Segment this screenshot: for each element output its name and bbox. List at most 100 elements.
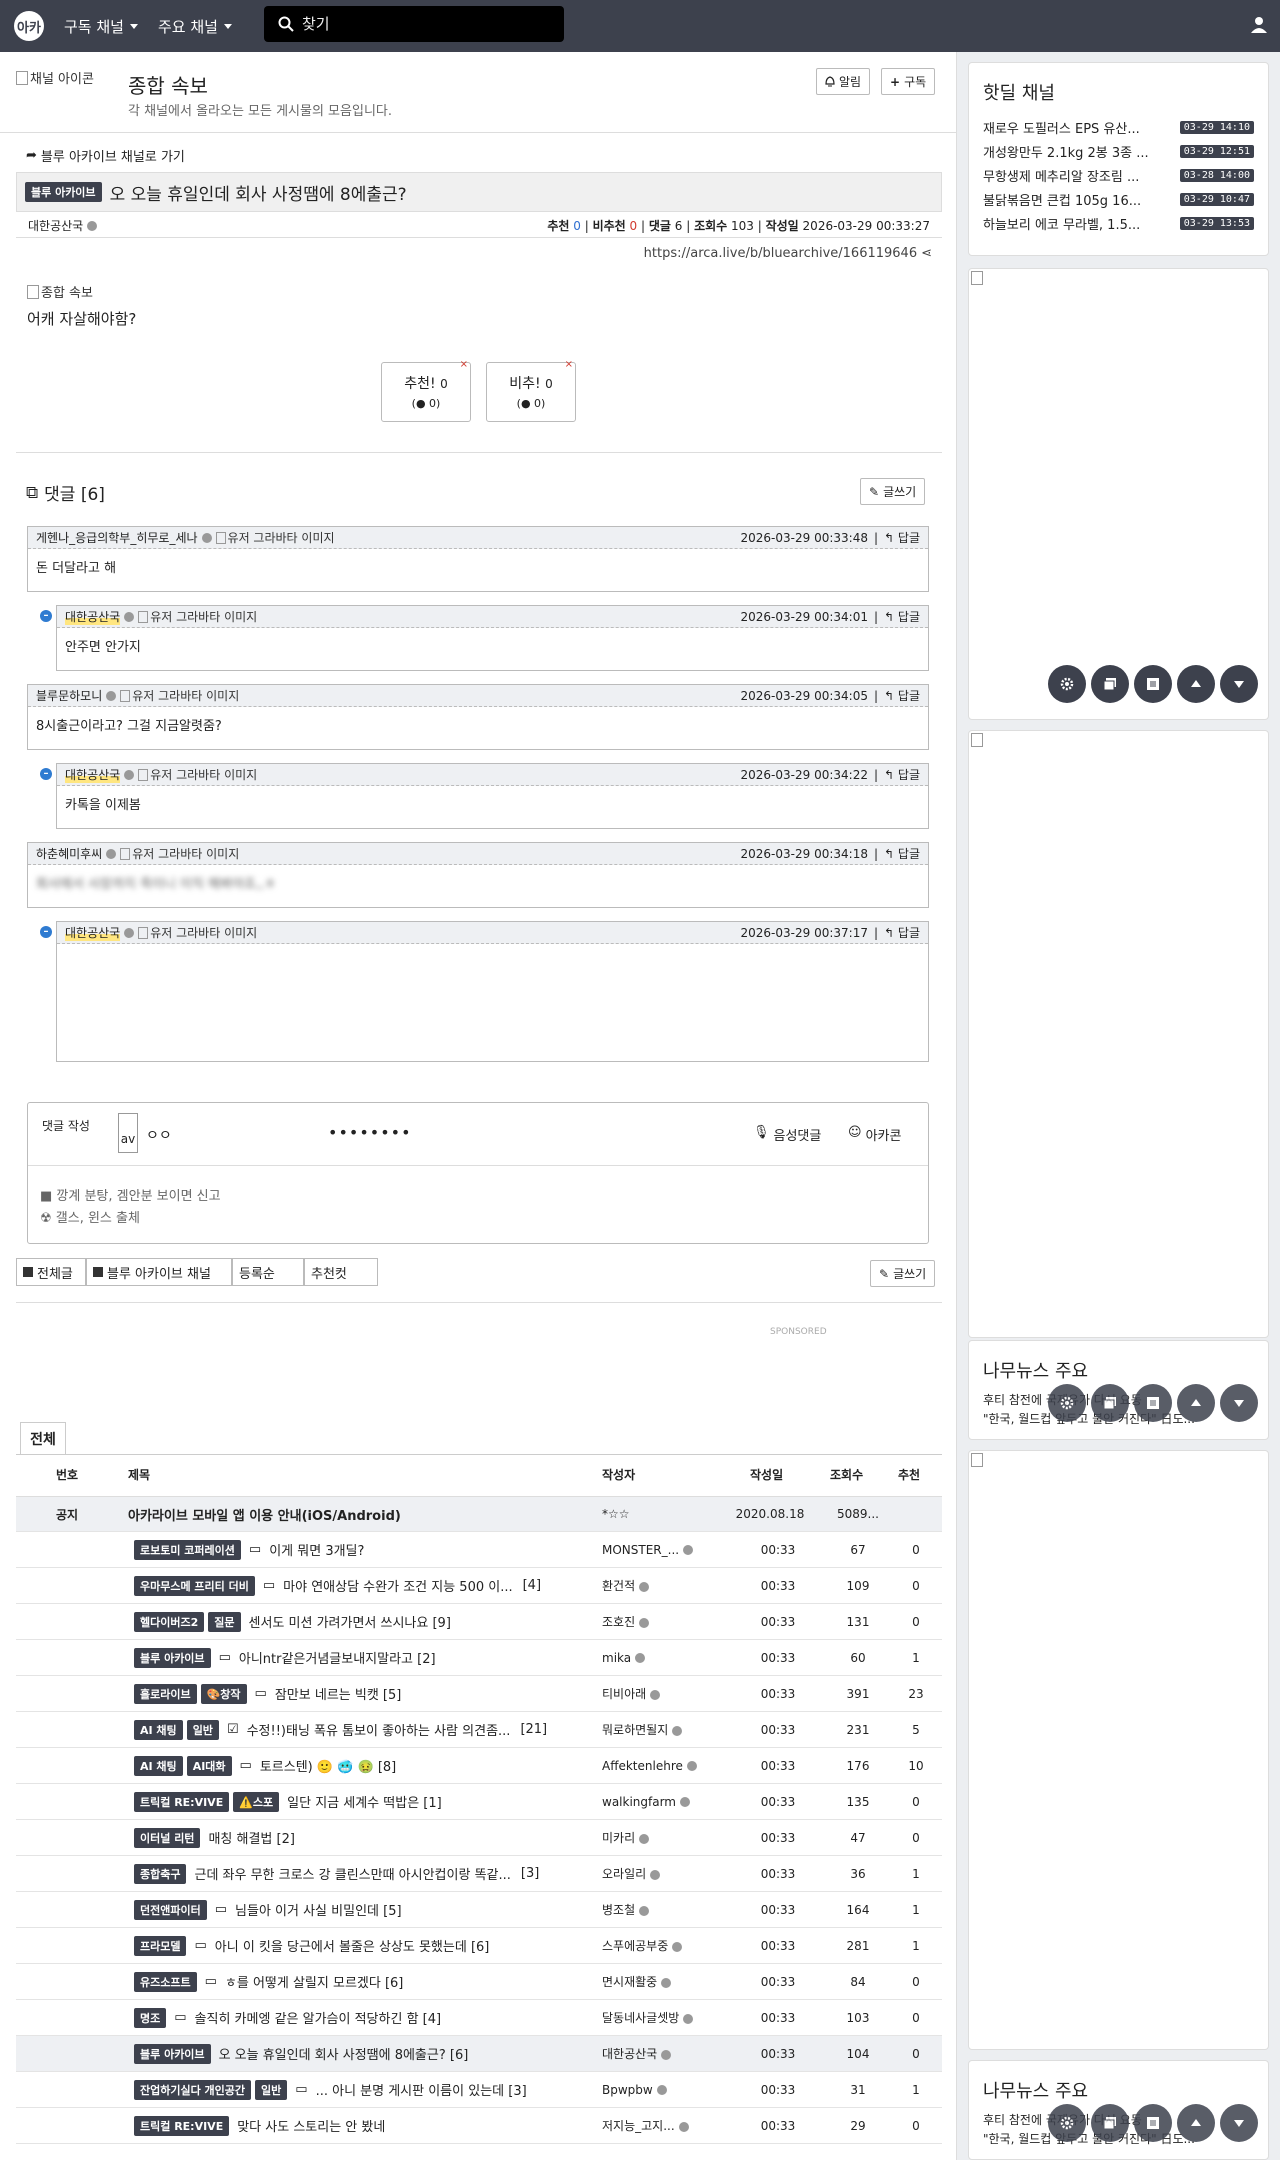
- post-row[interactable]: 우마무스메 프리티 더비 ▭ 마야 연애상담 수완가 조건 지능 500 이... […: [16, 1568, 942, 1604]
- comments-icon[interactable]: [1091, 2104, 1129, 2142]
- post-row[interactable]: 트릭컬 RE:VIVE ⚠️스포 일단 지금 세계수 떡밥은 [1] walkingf…: [16, 1784, 942, 1820]
- comment-author[interactable]: 게헨나_응급의학부_히무로_세나: [36, 529, 198, 546]
- row-category-badge[interactable]: 유즈소프트: [134, 1971, 197, 1992]
- post-row[interactable]: 이터널 리턴 매칭 해결법 [2] 미카리 00:33 47 0: [16, 1820, 942, 1856]
- hotdeal-title[interactable]: 핫딜 채널: [969, 63, 1268, 115]
- main-channels-menu[interactable]: 주요 채널: [158, 16, 232, 37]
- row-category-badge[interactable]: 프라모델: [134, 1935, 187, 1956]
- post-row[interactable]: 잔업하기실다 개인공간 일반 ▭ ... 아니 분명 게시판 이름이 있는데 [3] B…: [16, 2072, 942, 2108]
- row-category-badge[interactable]: 우마무스메 프리티 더비: [134, 1575, 255, 1596]
- row-author[interactable]: MONSTER_...: [602, 1543, 722, 1557]
- row-title[interactable]: 아니 이 킷을 당근에서 볼줄은 상상도 못했는데 [6]: [215, 1936, 490, 1955]
- comments-icon[interactable]: [1091, 1384, 1129, 1422]
- post-row[interactable]: 종합축구 근데 좌우 무한 크로스 강 클린스만때 아시안컵이랑 똑같... [3]…: [16, 1856, 942, 1892]
- row-category-badge[interactable]: 트릭컬 RE:VIVE: [134, 2115, 230, 2136]
- row-title[interactable]: ㅎ를 어떻게 살릴지 모르겠다 [6]: [225, 1972, 403, 1991]
- row-author[interactable]: Bpwpbw: [602, 2083, 722, 2097]
- search-input[interactable]: [302, 15, 542, 33]
- arcacon-button[interactable]: ☺ 아카콘: [848, 1125, 901, 1144]
- comment-author[interactable]: 대한공산국: [65, 608, 121, 625]
- post-url[interactable]: https://arca.live/b/bluearchive/16611964…: [644, 246, 932, 261]
- comments-icon[interactable]: [1091, 665, 1129, 703]
- row-title[interactable]: 솔직히 카메엥 같은 알가슴이 적당하긴 함 [4]: [195, 2008, 442, 2027]
- notice-row[interactable]: 공지 아카라이브 모바일 앱 이용 안내(iOS/Android) *☆☆ 20…: [16, 1496, 942, 1532]
- post-row[interactable]: 헬다이버즈2 질문 센서도 미션 가려가면서 쓰시나요 [9] 조호진 00:33 131…: [16, 1604, 942, 1640]
- row-category-badge[interactable]: 던전앤파이터: [134, 1899, 207, 1920]
- row-title[interactable]: 매칭 해결법 [2]: [208, 1828, 294, 1847]
- post-row[interactable]: 로보토미 코퍼레이션 ▭ 이게 뭐면 3개딜? MONSTER_... 00:33 67 0: [16, 1532, 942, 1568]
- row-category-badge[interactable]: 일반: [255, 2079, 288, 2100]
- row-category-badge[interactable]: 헬다이버즈2: [134, 1611, 205, 1632]
- row-title[interactable]: 수정!!)태닝 폭유 톰보이 좋아하는 사람 의견좀...: [247, 1720, 511, 1739]
- post-category-badge[interactable]: 블루 아카이브: [25, 182, 102, 202]
- row-title[interactable]: 이게 뭐면 3개딜?: [269, 1540, 364, 1559]
- row-author[interactable]: 조호진: [602, 1613, 722, 1630]
- arrow-down-icon[interactable]: [1220, 665, 1258, 703]
- tab-all-posts[interactable]: 전체글: [16, 1258, 86, 1286]
- settings-icon[interactable]: [1048, 665, 1086, 703]
- row-author[interactable]: 달동네사글셋방: [602, 2009, 722, 2026]
- channel-title[interactable]: 종합 속보: [128, 70, 208, 99]
- row-author[interactable]: mika: [602, 1651, 722, 1665]
- hotdeal-item[interactable]: 하늘보리 에코 무라벨, 1.5... 03-29 13:53: [969, 211, 1268, 235]
- reply-button[interactable]: ↰ 답글: [884, 687, 920, 704]
- row-category-badge[interactable]: 질문: [208, 1611, 241, 1632]
- post-row[interactable]: 명조 ▭ 솔직히 카메엥 같은 알가슴이 적당하긴 함 [4] 달동네사글셋방 00:3…: [16, 2000, 942, 2036]
- row-author[interactable]: Affektenlehre: [602, 1759, 722, 1773]
- list-icon[interactable]: [1134, 665, 1172, 703]
- row-author[interactable]: 스푸에공부중: [602, 1937, 722, 1954]
- hotdeal-item[interactable]: 무항생제 메추리알 장조림 ... 03-28 14:00: [969, 163, 1268, 187]
- collapse-reply-icon[interactable]: –: [40, 610, 52, 622]
- row-author[interactable]: 미카리: [602, 1829, 722, 1846]
- comment-author[interactable]: 하춘혜미후씨: [36, 845, 102, 862]
- reply-button[interactable]: ↰ 답글: [884, 924, 920, 941]
- downvote-button[interactable]: × 비추! 0 (● 0): [486, 359, 576, 422]
- post-row[interactable]: 유즈소프트 ▭ ㅎ를 어떻게 살릴지 모르겠다 [6] 면시재활중 00:33 84 0: [16, 1964, 942, 2000]
- row-category-badge[interactable]: 블루 아카이브: [134, 2043, 211, 2064]
- post-row[interactable]: 던전앤파이터 ▭ 님들아 이거 사실 비밀인데 [5] 병조철 00:33 164 1: [16, 1892, 942, 1928]
- post-row[interactable]: 홀로라이브 🎨창작 ▭ 잠만보 네르는 빅캣 [5] 티비아래 00:33 391 23: [16, 1676, 942, 1712]
- row-author[interactable]: 오라일리: [602, 1865, 722, 1882]
- row-category-badge[interactable]: 블루 아카이브: [134, 1647, 211, 1668]
- post-row[interactable]: AI 채팅 AI대화 ▭ 토르스텐) 🙂 🥶 🤢 [8] Affektenlehre 00…: [16, 1748, 942, 1784]
- row-category-badge[interactable]: AI대화: [186, 1755, 232, 1776]
- row-category-badge[interactable]: AI 채팅: [134, 1755, 183, 1776]
- row-author[interactable]: 대한공산국: [602, 2045, 722, 2062]
- hotdeal-item[interactable]: 개성왕만두 2.1kg 2봉 3종 ... 03-29 12:51: [969, 139, 1268, 163]
- search-icon[interactable]: [278, 16, 294, 32]
- collapse-reply-icon[interactable]: –: [40, 926, 52, 938]
- row-category-badge[interactable]: 트릭컬 RE:VIVE: [134, 1791, 230, 1812]
- row-title[interactable]: ... 아니 분명 게시판 이름이 있는데 [3]: [316, 2080, 527, 2099]
- row-title[interactable]: 센서도 미션 가려가면서 쓰시나요 [9]: [249, 1612, 451, 1631]
- back-to-channel-link[interactable]: ➦ 블루 아카이브 채널로 가기: [26, 146, 185, 165]
- row-title[interactable]: 토르스텐) 🙂 🥶 🤢 [8]: [260, 1756, 396, 1775]
- alarm-button[interactable]: 알림: [816, 68, 871, 95]
- row-author[interactable]: walkingfarm: [602, 1795, 722, 1809]
- upvote-button[interactable]: × 추천! 0 (● 0): [381, 359, 471, 422]
- row-title[interactable]: 근데 좌우 무한 크로스 강 클린스만때 아시안컵이랑 똑같...: [194, 1864, 510, 1883]
- row-category-badge[interactable]: 이터널 리턴: [134, 1827, 201, 1848]
- tab-channel[interactable]: 블루 아카이브 채널: [86, 1258, 232, 1286]
- row-author[interactable]: 저지능_고지...: [602, 2117, 722, 2134]
- row-category-badge[interactable]: 홀로라이브: [134, 1683, 197, 1704]
- tab-best[interactable]: 추천컷: [304, 1258, 378, 1286]
- subscribed-channels-menu[interactable]: 구독 채널: [64, 16, 138, 37]
- row-category-badge[interactable]: AI 채팅: [134, 1719, 183, 1740]
- row-title[interactable]: 아니ntr같은거념글보내지말라고 [2]: [239, 1648, 436, 1667]
- arrow-down-icon[interactable]: [1220, 2104, 1258, 2142]
- post-row[interactable]: 블루 아카이브 오 오늘 휴일인데 회사 사정땜에 8에출근? [6] 대한공산국 0…: [16, 2036, 942, 2072]
- row-author[interactable]: 뭐로하면될지: [602, 1721, 722, 1738]
- arrow-up-icon[interactable]: [1177, 2104, 1215, 2142]
- site-logo[interactable]: 아카: [14, 11, 44, 41]
- row-title[interactable]: 마야 연애상담 수완가 조건 지능 500 이...: [283, 1576, 512, 1595]
- compose-name-input[interactable]: ㅇㅇ: [146, 1125, 172, 1145]
- reply-button[interactable]: ↰ 답글: [884, 845, 920, 862]
- arrow-up-icon[interactable]: [1177, 665, 1215, 703]
- row-category-badge[interactable]: ⚠️스포: [233, 1791, 280, 1812]
- compose-password-input[interactable]: ••••••••: [328, 1123, 412, 1142]
- board-write-button[interactable]: ✎ 글쓰기: [870, 1260, 936, 1287]
- reply-button[interactable]: ↰ 답글: [884, 608, 920, 625]
- comment-author[interactable]: 대한공산국: [65, 766, 121, 783]
- settings-icon[interactable]: [1048, 2104, 1086, 2142]
- list-icon[interactable]: [1134, 1384, 1172, 1422]
